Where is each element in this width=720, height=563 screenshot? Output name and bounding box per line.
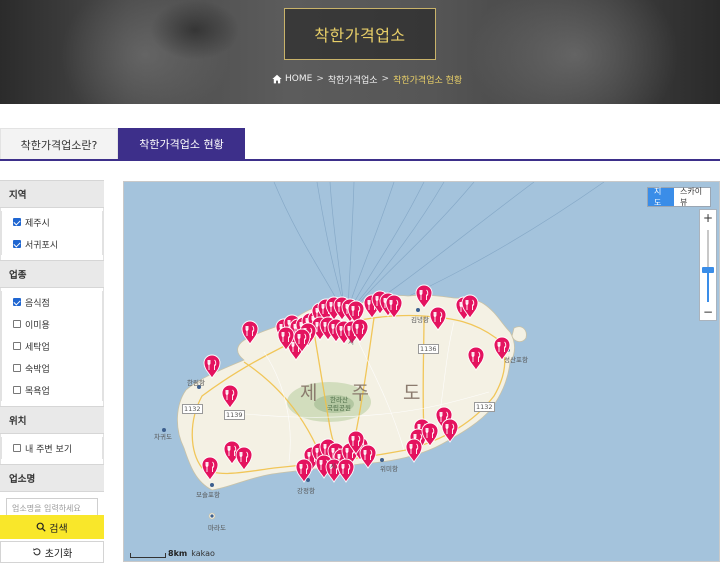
restaurant-marker[interactable]	[359, 444, 377, 469]
island-label: 제 주 도	[300, 382, 435, 404]
page-title-box: 착한가격업소	[284, 8, 436, 60]
option-label: 제주시	[25, 218, 50, 229]
industry-option-beauty[interactable]: 이미용	[1, 313, 103, 335]
map-scale: 8km kakao	[130, 549, 215, 558]
region-option-jeju[interactable]: 제주시	[1, 211, 103, 233]
option-label: 세탁업	[25, 342, 50, 353]
hallasan-label: 한라산 국립공원	[327, 396, 351, 412]
location-heading: 위치	[0, 406, 104, 434]
breadcrumb-separator: >	[316, 74, 324, 84]
restaurant-marker[interactable]	[337, 458, 355, 483]
road-1136: 1136	[418, 344, 439, 354]
checkbox-lodging[interactable]	[13, 364, 21, 372]
road-1132-east: 1132	[474, 402, 495, 412]
search-icon	[36, 522, 46, 532]
option-label: 숙박업	[25, 364, 50, 375]
tab-bar: 착한가격업소란? 착한가격업소 현황	[0, 128, 720, 160]
restaurant-marker[interactable]	[405, 438, 423, 463]
home-icon[interactable]	[272, 74, 282, 84]
road-1139: 1139	[224, 410, 245, 420]
checkbox-laundry[interactable]	[13, 342, 21, 350]
map-type-toggle: 지도 스카이뷰	[647, 187, 711, 207]
tab-status-label: 착한가격업소 현황	[139, 138, 224, 151]
place-jeju-city: 시	[348, 338, 354, 346]
tab-status[interactable]: 착한가격업소 현황	[118, 128, 245, 160]
breadcrumb-current: 착한가격업소 현황	[393, 75, 463, 86]
zoom-out-button[interactable]: −	[700, 304, 716, 320]
place-gangjeong: 강정항	[297, 487, 315, 495]
option-label: 음식점	[25, 298, 50, 309]
zoom-slider-handle[interactable]	[702, 267, 714, 273]
park-name: 국립공원	[327, 404, 351, 412]
option-label: 내 주변 보기	[25, 444, 73, 455]
breadcrumb: HOME > 착한가격업소 > 착한가격업소 현황	[272, 72, 462, 86]
industry-option-bath[interactable]: 목욕업	[1, 379, 103, 401]
place-seongsan: 성산포항	[504, 356, 528, 364]
place-wimi: 위미항	[380, 465, 398, 473]
scale-bar	[130, 553, 166, 558]
zoom-in-button[interactable]: +	[700, 210, 716, 226]
map-type-map-button[interactable]: 지도	[648, 187, 674, 207]
reset-icon	[32, 548, 41, 556]
industry-option-laundry[interactable]: 세탁업	[1, 335, 103, 357]
map-provider-logo: kakao	[191, 549, 215, 558]
map-view[interactable]: 제 주 도 한라산 국립공원 시 김녕항 성산포항 한림항 차귀도 위미항 강정항…	[123, 181, 720, 562]
map-canvas[interactable]	[124, 182, 720, 562]
industry-heading: 업종	[0, 260, 104, 288]
filter-sidebar: 지역 제주시 서귀포시 업종 음식점 이미용 세탁업 숙박업 목욕업 위치 내 …	[0, 180, 104, 563]
industry-option-lodging[interactable]: 숙박업	[1, 357, 103, 379]
reset-button-label: 초기화	[44, 548, 73, 560]
map-type-skyview-button[interactable]: 스카이뷰	[674, 187, 710, 207]
checkbox-seogwipo[interactable]	[13, 240, 21, 248]
breadcrumb-home[interactable]: HOME	[285, 74, 312, 84]
place-seogwipo-city: 시	[330, 462, 336, 470]
zoom-level-fill	[707, 270, 709, 302]
checkbox-jeju[interactable]	[13, 218, 21, 226]
place-moseulpo: 모슬포항	[196, 491, 220, 499]
region-option-seogwipo[interactable]: 서귀포시	[1, 233, 103, 255]
hallasan-name: 한라산	[329, 396, 348, 404]
road-1132: 1132	[182, 404, 203, 414]
place-hallim: 한림항	[187, 379, 205, 387]
option-label: 목욕업	[25, 386, 50, 397]
region-heading: 지역	[0, 180, 104, 208]
checkbox-beauty[interactable]	[13, 320, 21, 328]
restaurant-marker[interactable]	[295, 458, 313, 483]
header-banner: 착한가격업소 HOME > 착한가격업소 > 착한가격업소 현황	[0, 0, 720, 104]
checkbox-restaurant[interactable]	[13, 298, 21, 306]
breadcrumb-level1[interactable]: 착한가격업소	[328, 73, 378, 86]
scale-label: 8km	[168, 549, 188, 558]
tab-intro[interactable]: 착한가격업소란?	[0, 128, 118, 160]
option-label: 이미용	[25, 320, 50, 331]
search-button-label: 검색	[49, 523, 68, 535]
industry-option-restaurant[interactable]: 음식점	[1, 291, 103, 313]
place-marado: 마라도	[208, 524, 226, 532]
checkbox-bath[interactable]	[13, 386, 21, 394]
location-option-nearby[interactable]: 내 주변 보기	[1, 437, 103, 459]
search-button[interactable]: 검색	[0, 515, 104, 539]
udo-island	[511, 326, 527, 342]
place-gimnyeong: 김녕항	[411, 316, 429, 324]
page-title: 착한가격업소	[314, 26, 406, 45]
reset-button[interactable]: 초기화	[0, 541, 104, 563]
place-chagwido: 차귀도	[154, 433, 172, 441]
tab-underline	[0, 159, 720, 161]
checkbox-nearby[interactable]	[13, 444, 21, 452]
zoom-control: + −	[699, 209, 717, 321]
breadcrumb-separator: >	[381, 74, 390, 84]
option-label: 서귀포시	[25, 240, 59, 251]
tab-intro-label: 착한가격업소란?	[20, 138, 98, 152]
name-heading: 업소명	[0, 464, 104, 492]
